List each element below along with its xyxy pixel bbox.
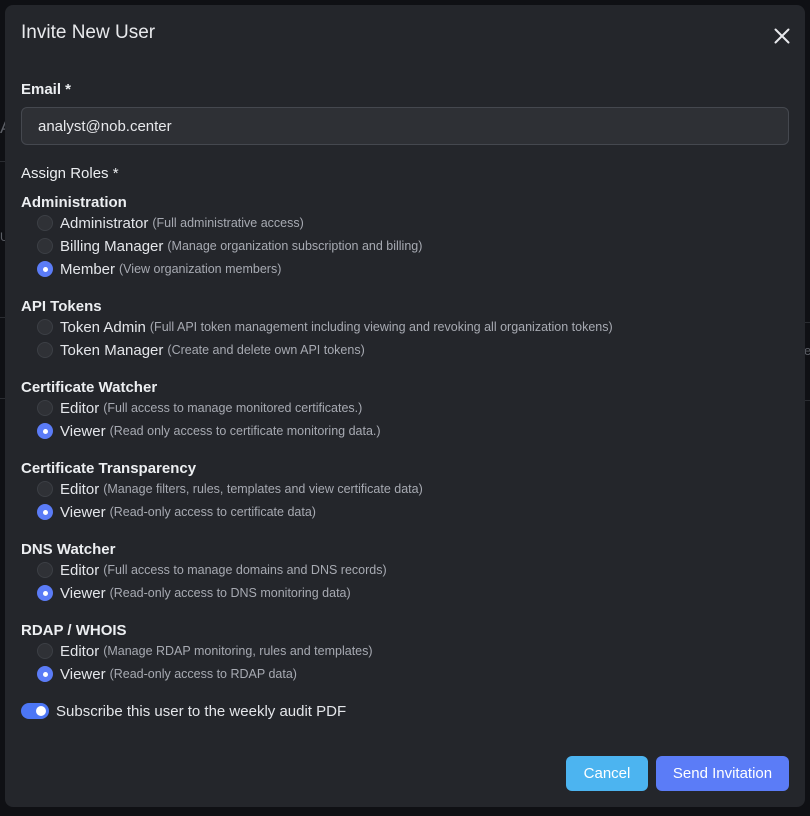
role-description: (View organization members)	[119, 262, 282, 276]
role-description: (Manage organization subscription and bi…	[167, 239, 423, 253]
role-name: Viewer	[60, 665, 106, 683]
radio-button-selected[interactable]	[37, 261, 53, 277]
role-option-rdap-viewer[interactable]: Viewer (Read-only access to RDAP data)	[37, 664, 297, 684]
role-name: Editor	[60, 399, 100, 417]
role-description: (Read-only access to RDAP data)	[109, 667, 297, 681]
background-divider	[805, 322, 810, 323]
role-option-token-admin[interactable]: Token Admin (Full API token management i…	[37, 317, 613, 337]
cancel-button[interactable]: Cancel	[566, 756, 648, 791]
radio-button[interactable]	[37, 481, 53, 497]
role-name: Viewer	[60, 503, 106, 521]
radio-button-selected[interactable]	[37, 423, 53, 439]
role-name: Editor	[60, 480, 100, 498]
assign-roles-label: Assign Roles *	[21, 165, 119, 182]
role-name: Viewer	[60, 422, 106, 440]
role-description: (Full access to manage domains and DNS r…	[103, 563, 387, 577]
radio-button[interactable]	[37, 215, 53, 231]
radio-button[interactable]	[37, 562, 53, 578]
role-option-member[interactable]: Member (View organization members)	[37, 259, 281, 279]
role-description: (Read-only access to DNS monitoring data…	[109, 586, 351, 600]
subscribe-toggle-switch[interactable]	[21, 703, 49, 719]
close-icon	[774, 28, 790, 44]
role-option-cert-watcher-viewer[interactable]: Viewer (Read only access to certificate …	[37, 421, 381, 441]
role-description: (Full administrative access)	[152, 216, 304, 230]
invite-user-dialog: Invite New User Email * Assign Roles * A…	[5, 5, 805, 807]
role-option-dns-editor[interactable]: Editor (Full access to manage domains an…	[37, 560, 387, 580]
email-field[interactable]	[21, 107, 789, 145]
email-label: Email *	[21, 81, 72, 98]
role-option-administrator[interactable]: Administrator (Full administrative acces…	[37, 213, 304, 233]
role-description: (Manage RDAP monitoring, rules and templ…	[103, 644, 373, 658]
role-group-title: Administration	[21, 194, 127, 211]
close-button[interactable]	[769, 23, 795, 49]
role-group-title: DNS Watcher	[21, 541, 116, 558]
role-description: (Create and delete own API tokens)	[167, 343, 365, 357]
role-group-title: API Tokens	[21, 298, 102, 315]
radio-button[interactable]	[37, 319, 53, 335]
radio-button-selected[interactable]	[37, 585, 53, 601]
subscribe-toggle-label: Subscribe this user to the weekly audit …	[56, 702, 347, 720]
role-name: Editor	[60, 642, 100, 660]
role-description: (Read only access to certificate monitor…	[109, 424, 381, 438]
role-group-title: RDAP / WHOIS	[21, 622, 127, 639]
role-option-rdap-editor[interactable]: Editor (Manage RDAP monitoring, rules an…	[37, 641, 373, 661]
role-name: Editor	[60, 561, 100, 579]
role-name: Member	[60, 260, 116, 278]
role-name: Viewer	[60, 584, 106, 602]
role-description: (Full access to manage monitored certifi…	[103, 401, 363, 415]
radio-button[interactable]	[37, 643, 53, 659]
radio-button-selected[interactable]	[37, 504, 53, 520]
radio-button[interactable]	[37, 342, 53, 358]
role-name: Billing Manager	[60, 237, 164, 255]
role-description: (Full API token management including vie…	[149, 320, 613, 334]
role-option-cert-transparency-editor[interactable]: Editor (Manage filters, rules, templates…	[37, 479, 423, 499]
role-name: Token Admin	[60, 318, 146, 336]
role-group-title: Certificate Transparency	[21, 460, 197, 477]
role-name: Token Manager	[60, 341, 164, 359]
subscribe-audit-toggle-row[interactable]: Subscribe this user to the weekly audit …	[21, 702, 346, 720]
radio-button[interactable]	[37, 238, 53, 254]
radio-button-selected[interactable]	[37, 666, 53, 682]
background-divider	[805, 400, 810, 401]
role-name: Administrator	[60, 214, 149, 232]
role-description: (Read-only access to certificate data)	[109, 505, 316, 519]
role-option-cert-watcher-editor[interactable]: Editor (Full access to manage monitored …	[37, 398, 362, 418]
role-option-dns-viewer[interactable]: Viewer (Read-only access to DNS monitori…	[37, 583, 351, 603]
dialog-title: Invite New User	[21, 22, 156, 43]
send-invitation-button[interactable]: Send Invitation	[656, 756, 789, 791]
role-option-cert-transparency-viewer[interactable]: Viewer (Read-only access to certificate …	[37, 502, 316, 522]
radio-button[interactable]	[37, 400, 53, 416]
role-description: (Manage filters, rules, templates and vi…	[103, 482, 423, 496]
role-group-title: Certificate Watcher	[21, 379, 158, 396]
role-option-token-manager[interactable]: Token Manager (Create and delete own API…	[37, 340, 365, 360]
role-option-billing-manager[interactable]: Billing Manager (Manage organization sub…	[37, 236, 422, 256]
